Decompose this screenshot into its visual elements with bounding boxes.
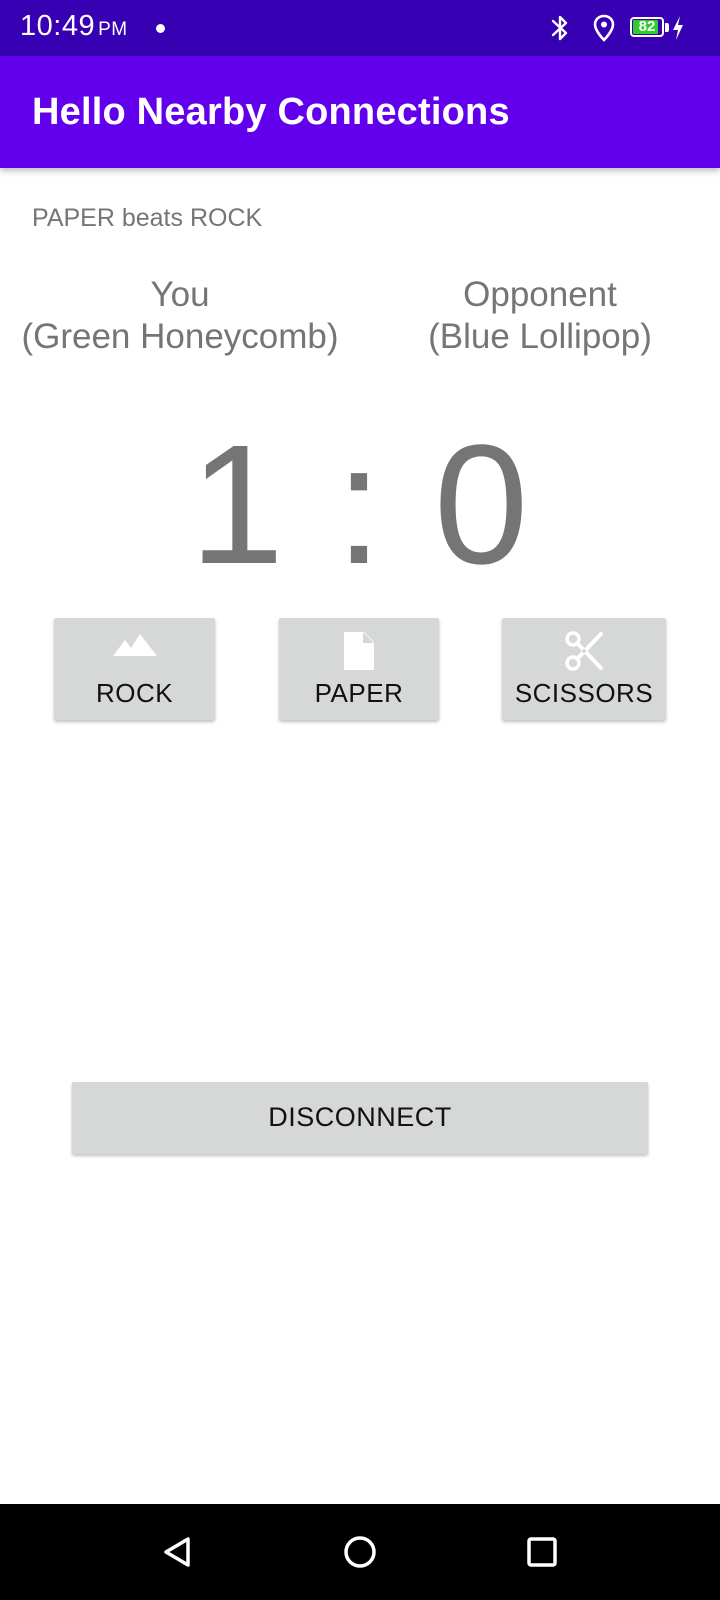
navigation-bar [0, 1504, 720, 1600]
battery-level: 82 [638, 18, 656, 35]
scissors-button[interactable]: SCISSORS [502, 618, 666, 720]
home-icon[interactable] [342, 1534, 378, 1575]
status-bar: 10:49 PM 82 [0, 0, 720, 56]
last-result-text: PAPER beats ROCK [32, 204, 263, 232]
dot-icon [156, 24, 165, 33]
opponent-label: Opponent [463, 275, 617, 314]
paper-button[interactable]: PAPER [279, 618, 439, 720]
recents-icon[interactable] [524, 1534, 560, 1575]
score-display: 1 : 0 [189, 410, 531, 600]
landscape-icon [112, 630, 157, 665]
disconnect-button[interactable]: DISCONNECT [72, 1082, 648, 1154]
you-label: You [150, 275, 210, 314]
you-name: (Green Honeycomb) [21, 317, 339, 356]
opponent-name: (Blue Lollipop) [428, 317, 652, 356]
app-bar: Hello Nearby Connections [0, 56, 720, 168]
scissors-icon [563, 630, 605, 677]
app-title: Hello Nearby Connections [32, 91, 510, 133]
disconnect-label: DISCONNECT [268, 1102, 452, 1132]
back-icon[interactable] [160, 1534, 196, 1575]
status-clock: 10:49 [20, 10, 96, 42]
battery-tip [665, 23, 669, 32]
battery-icon: 82 [630, 17, 664, 37]
status-time: 10:49 PM [20, 10, 128, 43]
status-ampm: PM [98, 19, 128, 40]
player-you: You (Green Honeycomb) [0, 274, 360, 358]
player-opponent: Opponent (Blue Lollipop) [360, 274, 720, 358]
document-icon [342, 630, 376, 677]
rock-label: ROCK [95, 678, 174, 708]
paper-label: PAPER [314, 678, 404, 708]
scissors-label: SCISSORS [514, 678, 654, 708]
rock-button[interactable]: ROCK [54, 618, 215, 720]
bluetooth-icon [551, 14, 569, 47]
location-icon [593, 14, 615, 47]
charging-icon [672, 16, 684, 45]
